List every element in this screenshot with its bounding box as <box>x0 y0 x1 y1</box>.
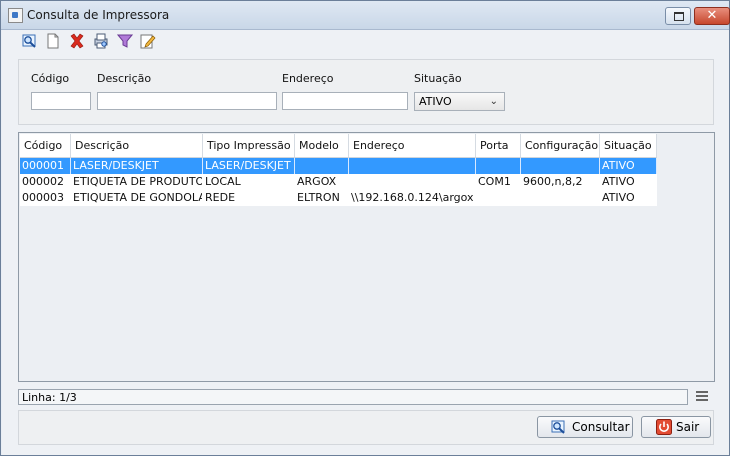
codigo-label: Código <box>31 72 70 85</box>
consultar-label: Consultar <box>572 420 630 434</box>
status-bar: Linha: 1/3 <box>18 389 688 405</box>
cell-porta: COM1 <box>478 175 511 188</box>
column-header-modelo[interactable]: Modelo <box>295 134 349 157</box>
menu-icon[interactable] <box>696 391 708 403</box>
situacao-select-value: ATIVO <box>419 95 452 108</box>
column-header-endereco[interactable]: Endereço <box>349 134 476 157</box>
cell-situacao: ATIVO <box>602 175 635 188</box>
search-icon[interactable] <box>22 33 38 49</box>
cell-situacao: ATIVO <box>602 191 635 204</box>
cell-descricao: ETIQUETA DE GONDOLA <box>73 191 203 204</box>
delete-x-icon[interactable] <box>69 33 85 49</box>
column-header-porta[interactable]: Porta <box>476 134 521 157</box>
cell-descricao: ETIQUETA DE PRODUTO <box>73 175 203 188</box>
sair-label: Sair <box>676 420 700 434</box>
cell-codigo: 000001 <box>20 158 71 174</box>
cell-endereco <box>349 174 476 190</box>
cell-endereco: \\192.168.0.124\argox <box>351 191 474 204</box>
edit-icon[interactable] <box>140 33 156 49</box>
search-icon <box>551 420 565 434</box>
cell-tipo-impressao: LOCAL <box>205 175 241 188</box>
descricao-label: Descrição <box>97 72 152 85</box>
cell-configuracao <box>521 190 600 206</box>
table-row[interactable]: 000001 LASER/DESKJET LASER/DESKJET ATIVO <box>20 158 657 174</box>
table-row[interactable]: 000002 ETIQUETA DE PRODUTO LOCAL ARGOX C… <box>20 174 657 190</box>
column-header-situacao[interactable]: Situação <box>600 134 657 157</box>
consultar-button[interactable]: Consultar <box>537 416 633 438</box>
column-header-descricao[interactable]: Descrição <box>71 134 203 157</box>
java-app-icon <box>8 8 23 23</box>
situacao-select[interactable]: ATIVO ⌄ <box>414 92 505 111</box>
chevron-down-icon: ⌄ <box>489 96 498 107</box>
window: Consulta de Impressora ✕ Código Descriçã… <box>0 0 730 456</box>
table-header: Código Descrição Tipo Impressão Modelo E… <box>20 134 657 158</box>
window-title: Consulta de Impressora <box>27 8 170 22</box>
cell-descricao: LASER/DESKJET <box>71 158 203 174</box>
cell-porta <box>476 190 521 206</box>
cell-modelo: ELTRON <box>297 191 340 204</box>
client-area: Código Descrição Endereço Situação ATIVO… <box>2 30 729 455</box>
sair-button[interactable]: Sair <box>641 416 711 438</box>
cell-porta <box>476 158 521 174</box>
column-header-codigo[interactable]: Código <box>20 134 71 157</box>
restore-icon <box>674 12 684 21</box>
cell-tipo-impressao: LASER/DESKJET <box>203 158 295 174</box>
footer-panel: Consultar Sair <box>18 410 714 445</box>
cell-modelo <box>295 158 349 174</box>
print-preview-icon[interactable] <box>93 33 109 49</box>
cell-configuracao <box>521 158 600 174</box>
descricao-field[interactable] <box>97 92 277 110</box>
column-header-configuracao[interactable]: Configuração <box>521 134 600 157</box>
cell-codigo: 000002 <box>22 175 64 188</box>
cell-modelo: ARGOX <box>297 175 337 188</box>
table-row[interactable]: 000003 ETIQUETA DE GONDOLA REDE ELTRON \… <box>20 190 657 206</box>
close-button[interactable]: ✕ <box>694 7 730 25</box>
title-bar: Consulta de Impressora ✕ <box>1 1 730 30</box>
cell-tipo-impressao: REDE <box>205 191 236 204</box>
close-icon: ✕ <box>706 8 718 23</box>
cell-situacao: ATIVO <box>600 158 657 174</box>
filter-panel: Código Descrição Endereço Situação ATIVO… <box>18 59 714 125</box>
cell-configuracao: 9600,n,8,2 <box>523 175 583 188</box>
column-header-tipo-impressao[interactable]: Tipo Impressão <box>203 134 295 157</box>
endereco-label: Endereço <box>282 72 334 85</box>
power-icon <box>656 419 672 435</box>
endereco-field[interactable] <box>282 92 408 110</box>
new-document-icon[interactable] <box>45 33 61 49</box>
situacao-label: Situação <box>414 72 462 85</box>
restore-button[interactable] <box>665 7 691 25</box>
cell-codigo: 000003 <box>22 191 64 204</box>
filter-icon[interactable] <box>117 33 133 49</box>
codigo-field[interactable] <box>31 92 91 110</box>
printer-table: Código Descrição Tipo Impressão Modelo E… <box>18 132 715 382</box>
cell-endereco <box>349 158 476 174</box>
